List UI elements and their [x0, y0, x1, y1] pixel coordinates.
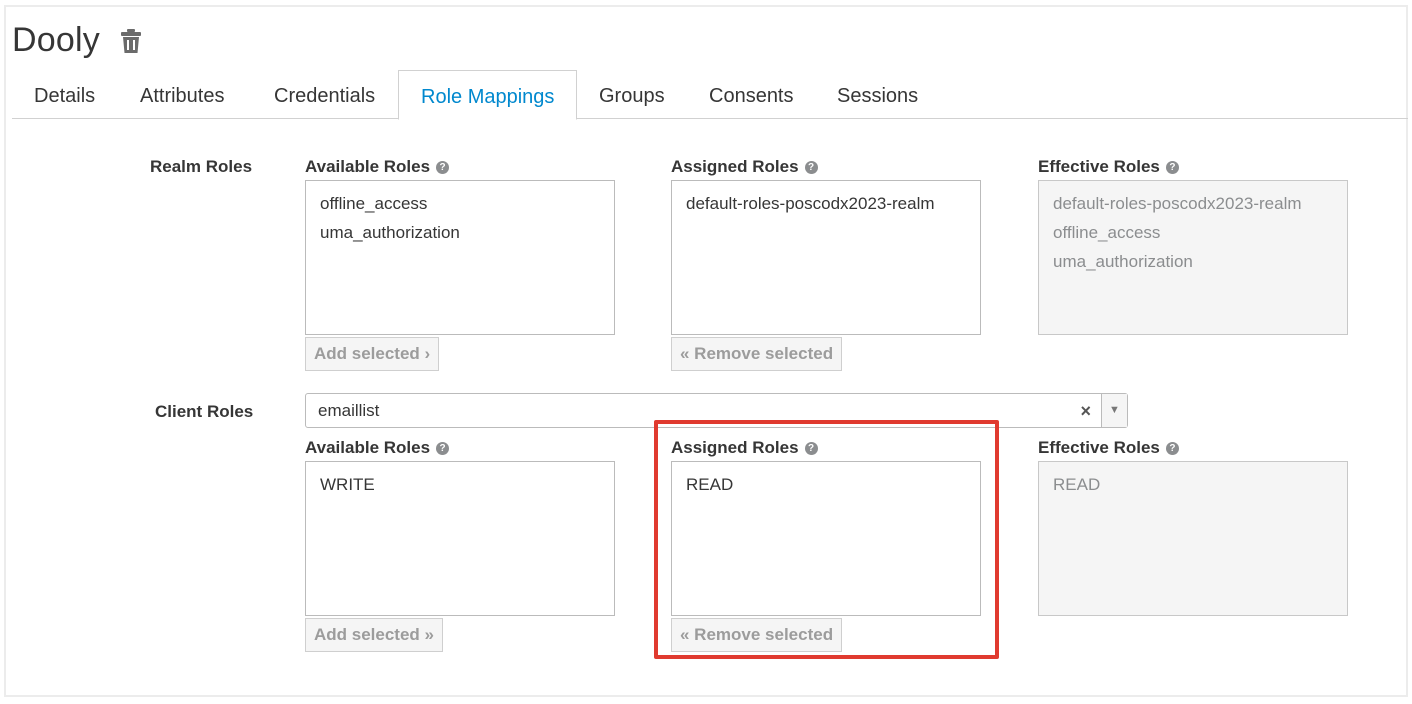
chevron-down-icon[interactable]: ▼	[1101, 394, 1127, 427]
clear-icon[interactable]: ×	[1080, 394, 1091, 428]
list-item[interactable]: default-roles-poscodx2023-realm	[672, 189, 980, 218]
list-item: offline_access	[1053, 223, 1161, 242]
realm-assigned-heading: Assigned Roles ?	[671, 157, 818, 177]
tab-attributes[interactable]: Attributes	[118, 70, 246, 119]
realm-available-heading-text: Available Roles	[305, 157, 431, 176]
client-available-heading: Available Roles ?	[305, 438, 450, 458]
list-item: uma_authorization	[1053, 252, 1193, 271]
client-effective-heading: Effective Roles ?	[1038, 438, 1179, 458]
client-effective-roles-list: READ	[1038, 461, 1348, 616]
help-icon[interactable]: ?	[804, 160, 818, 174]
list-item: default-roles-poscodx2023-realm	[1053, 194, 1302, 213]
realm-available-roles-list[interactable]: offline_access uma_authorization	[305, 180, 615, 335]
tab-role-mappings[interactable]: Role Mappings	[398, 70, 578, 120]
tab-bar: Details Attributes Credentials Role Mapp…	[12, 70, 1408, 120]
help-icon[interactable]: ?	[436, 441, 450, 455]
page-header: Dooly	[12, 18, 142, 62]
client-available-roles-list[interactable]: WRITE	[305, 461, 615, 616]
realm-available-heading: Available Roles ?	[305, 157, 450, 177]
tab-groups[interactable]: Groups	[577, 70, 687, 119]
tab-details[interactable]: Details	[12, 70, 117, 119]
list-item[interactable]: uma_authorization	[306, 218, 614, 247]
client-select-value: emaillist	[318, 401, 380, 420]
tab-consents[interactable]: Consents	[687, 70, 816, 119]
trash-icon[interactable]	[120, 28, 142, 54]
client-add-selected-button[interactable]: Add selected »	[305, 618, 443, 652]
list-item[interactable]: WRITE	[306, 470, 614, 499]
list-item[interactable]: offline_access	[306, 189, 614, 218]
page-title: Dooly	[12, 20, 100, 59]
realm-effective-heading-text: Effective Roles	[1038, 157, 1160, 176]
client-effective-heading-text: Effective Roles	[1038, 438, 1160, 457]
help-icon[interactable]: ?	[1165, 441, 1179, 455]
realm-add-selected-button[interactable]: Add selected ›	[305, 337, 440, 371]
realm-assigned-heading-text: Assigned Roles	[671, 157, 799, 176]
list-item: READ	[1053, 475, 1101, 494]
realm-effective-roles-list: default-roles-poscodx2023-realm offline_…	[1038, 180, 1348, 335]
realm-roles-label: Realm Roles	[150, 157, 253, 176]
tab-sessions[interactable]: Sessions	[815, 70, 940, 119]
realm-effective-heading: Effective Roles ?	[1038, 157, 1179, 177]
help-icon[interactable]: ?	[436, 160, 450, 174]
tab-credentials[interactable]: Credentials	[252, 70, 397, 119]
client-available-heading-text: Available Roles	[305, 438, 431, 457]
highlight-box	[654, 420, 999, 659]
realm-assigned-roles-list[interactable]: default-roles-poscodx2023-realm	[671, 180, 981, 335]
help-icon[interactable]: ?	[1165, 160, 1179, 174]
client-roles-label: Client Roles	[155, 402, 254, 421]
realm-remove-selected-button[interactable]: « Remove selected	[671, 337, 843, 371]
